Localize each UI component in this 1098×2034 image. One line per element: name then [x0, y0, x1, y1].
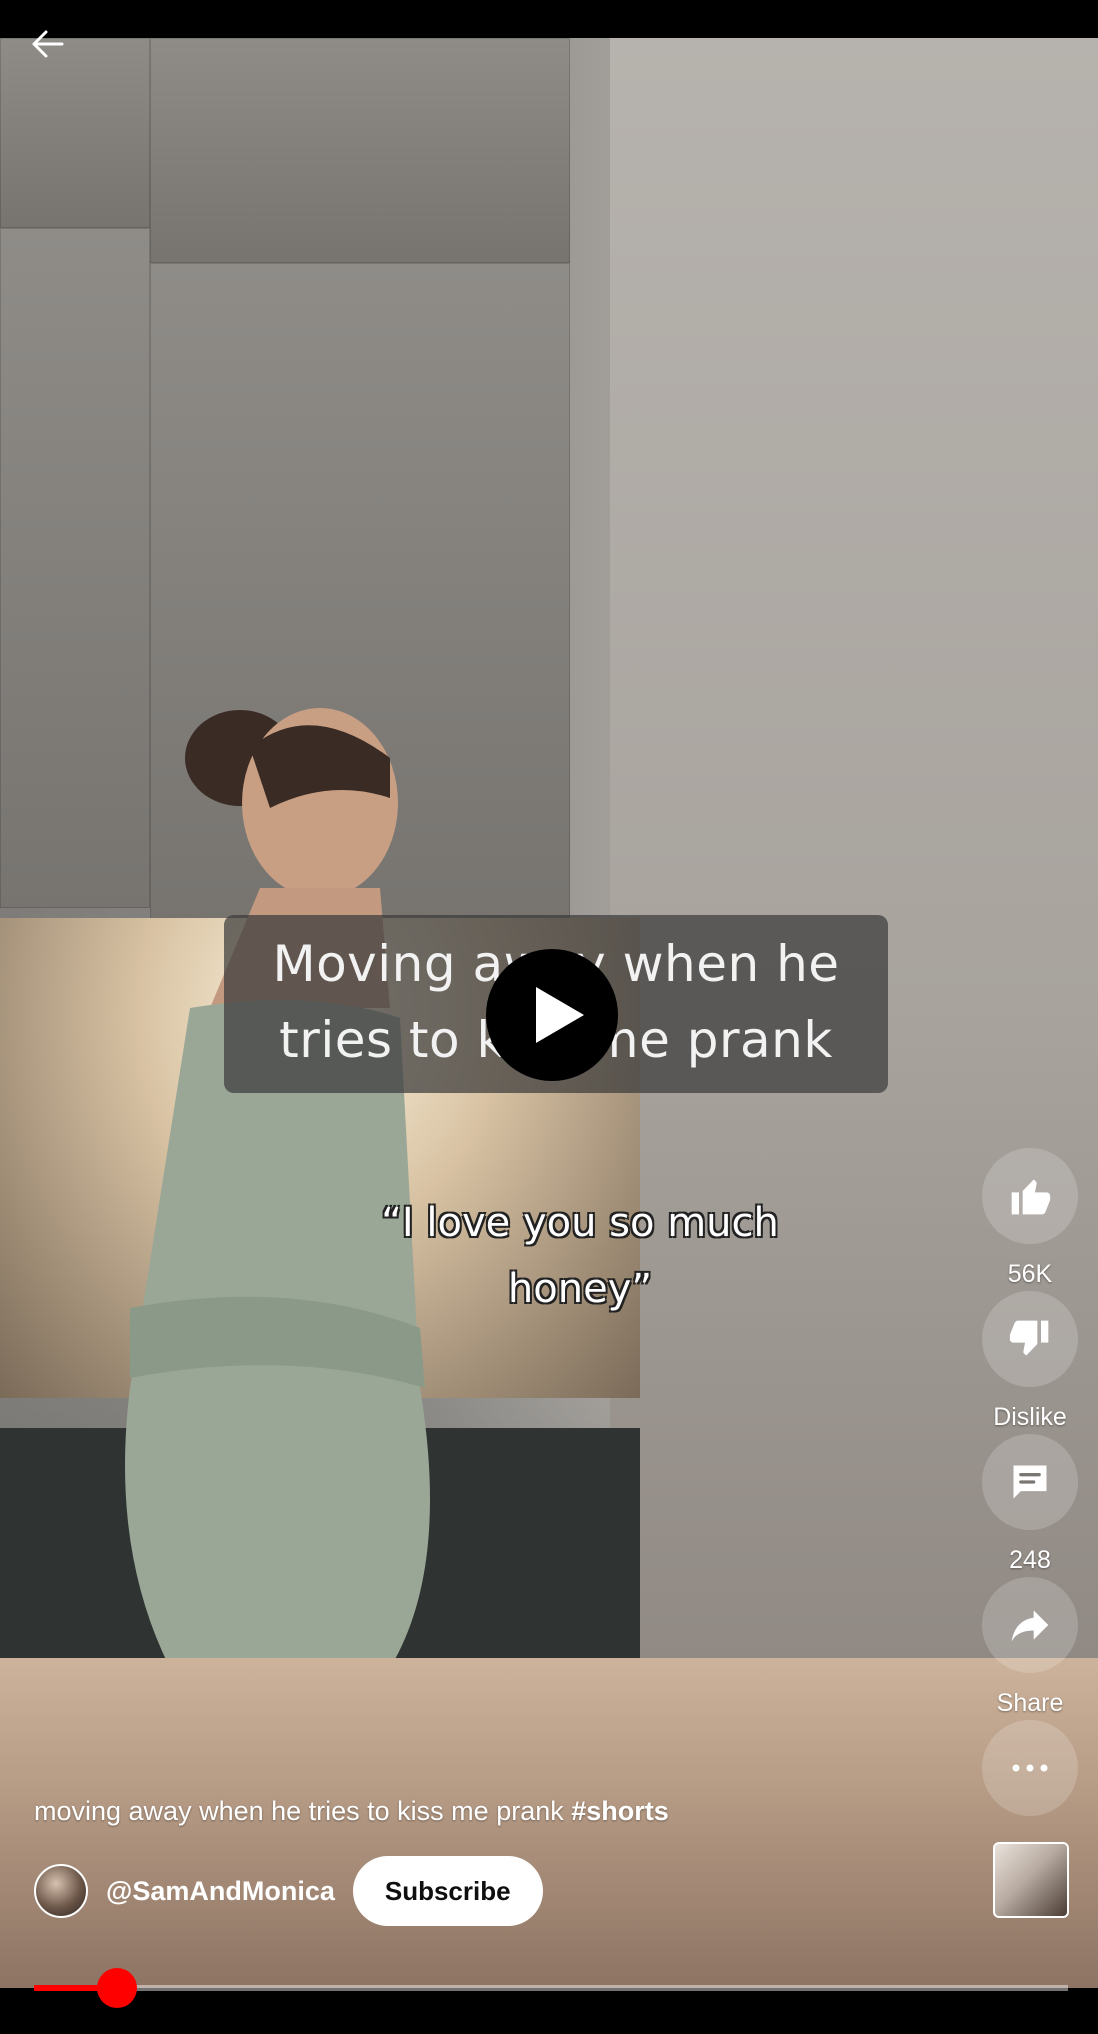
thumb-up-icon	[1011, 1179, 1051, 1215]
play-button[interactable]	[486, 949, 618, 1081]
back-button[interactable]	[26, 24, 74, 72]
dislike-action: Dislike	[982, 1291, 1078, 1432]
progress-track[interactable]	[34, 1985, 1068, 1991]
hashtag-link[interactable]: #shorts	[571, 1796, 669, 1826]
thumb-down-icon	[1009, 1320, 1049, 1356]
comment-icon	[1013, 1465, 1047, 1499]
bottom-bar	[0, 1990, 1098, 2034]
more-options-button[interactable]	[982, 1720, 1078, 1816]
more-action	[982, 1720, 1078, 1816]
share-action: Share	[982, 1577, 1078, 1718]
like-count: 56K	[1007, 1260, 1053, 1288]
comment-count: 248	[1009, 1546, 1051, 1574]
more-horizontal-icon	[1012, 1764, 1048, 1772]
channel-avatar[interactable]	[34, 1864, 88, 1918]
play-icon	[536, 987, 584, 1043]
top-bar	[0, 0, 1098, 38]
video-title[interactable]: moving away when he tries to kiss me pra…	[34, 1796, 669, 1827]
dislike-button[interactable]	[982, 1291, 1078, 1387]
subscribe-button[interactable]: Subscribe	[352, 1856, 543, 1926]
arrow-left-icon	[32, 30, 64, 58]
share-icon	[1011, 1610, 1049, 1642]
channel-row: @SamAndMonica Subscribe	[34, 1856, 543, 1926]
comment-action: 248	[982, 1434, 1078, 1575]
cabinet-panel	[0, 38, 150, 228]
progress-scrubber[interactable]	[97, 1968, 137, 2008]
sound-thumbnail[interactable]	[993, 1842, 1069, 1918]
comment-button[interactable]	[982, 1434, 1078, 1530]
share-button[interactable]	[982, 1577, 1078, 1673]
share-label: Share	[996, 1689, 1064, 1717]
like-action: 56K	[982, 1148, 1078, 1289]
dislike-label: Dislike	[993, 1403, 1067, 1431]
like-button[interactable]	[982, 1148, 1078, 1244]
cabinet-panel	[150, 38, 570, 263]
video-title-text: moving away when he tries to kiss me pra…	[34, 1796, 572, 1826]
subtitle-line: honey”	[507, 1266, 653, 1312]
channel-name[interactable]: @SamAndMonica	[106, 1876, 335, 1907]
subtitle-line: “I love you so much	[381, 1200, 779, 1246]
